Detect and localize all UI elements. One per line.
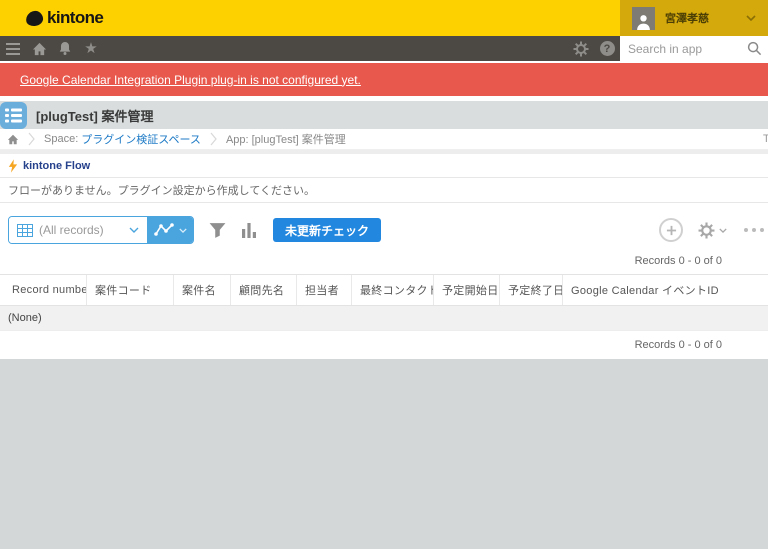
kintone-flow-title: kintone Flow bbox=[23, 160, 90, 172]
breadcrumb-app[interactable]: App: [plugTest] 案件管理 bbox=[226, 131, 346, 147]
star-icon: ★ bbox=[84, 41, 97, 56]
plugin-config-link[interactable]: Google Calendar Integration Plugin plug-… bbox=[20, 73, 361, 87]
graph-view-button[interactable] bbox=[147, 217, 193, 243]
person-icon bbox=[635, 13, 652, 30]
update-check-button[interactable]: 未更新チェック bbox=[273, 218, 381, 242]
favorites-button[interactable]: ★ bbox=[78, 36, 104, 61]
view-toolbar: (All records) 未更新チェック bbox=[0, 216, 768, 244]
app-settings-button[interactable] bbox=[698, 222, 727, 239]
space-link[interactable]: プラグイン検証スペース bbox=[81, 131, 201, 147]
clipped-right-element: Th bbox=[763, 133, 768, 145]
user-menu[interactable]: 宮澤孝慈 bbox=[620, 0, 768, 36]
more-options-button[interactable] bbox=[744, 228, 764, 232]
space-prefix-label: Space: bbox=[44, 133, 78, 145]
add-record-button[interactable] bbox=[659, 218, 683, 242]
chevron-down-icon bbox=[129, 227, 139, 233]
app-title: [plugTest] 案件管理 bbox=[36, 106, 153, 125]
help-button[interactable]: ? bbox=[594, 36, 620, 61]
top-header: kintone 宮澤孝慈 bbox=[0, 0, 768, 36]
ellipsis-icon bbox=[744, 228, 748, 232]
lightning-bolt-icon bbox=[8, 159, 18, 173]
search-icon bbox=[747, 41, 762, 56]
gear-icon bbox=[698, 222, 715, 239]
current-view-name: (All records) bbox=[39, 223, 123, 237]
kintone-logo-icon bbox=[25, 9, 44, 26]
page-background bbox=[0, 359, 768, 549]
column-header[interactable]: 予定終了日時 bbox=[500, 275, 563, 305]
column-header[interactable]: 案件名 bbox=[174, 275, 231, 305]
breadcrumb-home-link[interactable] bbox=[7, 134, 19, 145]
breadcrumb-separator bbox=[210, 132, 217, 146]
breadcrumb: Space: プラグイン検証スペース App: [plugTest] 案件管理 … bbox=[0, 129, 768, 150]
funnel-icon bbox=[208, 222, 227, 239]
records-count-top: Records 0 - 0 of 0 bbox=[0, 255, 768, 269]
list-icon bbox=[5, 108, 22, 123]
table-header-row: Record number案件コード案件名顧問先名担当者最終コンタクト日予定開始… bbox=[0, 274, 768, 306]
menu-button[interactable] bbox=[0, 36, 26, 61]
line-graph-icon bbox=[154, 223, 174, 237]
home-button[interactable] bbox=[26, 36, 52, 61]
kintone-flow-header: kintone Flow bbox=[0, 154, 768, 178]
column-header[interactable]: 担当者 bbox=[297, 275, 352, 305]
chevron-down-icon bbox=[179, 228, 187, 233]
gear-icon bbox=[573, 41, 589, 57]
plus-icon bbox=[666, 225, 677, 236]
notifications-button[interactable] bbox=[52, 36, 78, 61]
chevron-down-icon bbox=[719, 228, 727, 233]
chart-button[interactable] bbox=[241, 222, 257, 239]
records-count-bottom: Records 0 - 0 of 0 bbox=[0, 339, 768, 353]
user-avatar bbox=[632, 7, 655, 30]
column-header[interactable]: 予定開始日時 bbox=[434, 275, 500, 305]
home-icon bbox=[7, 134, 19, 145]
kintone-logo[interactable]: kintone bbox=[0, 8, 103, 28]
search-input[interactable] bbox=[620, 42, 740, 56]
plugin-warning-banner: Google Calendar Integration Plugin plug-… bbox=[0, 63, 768, 96]
view-selector-current[interactable]: (All records) bbox=[9, 217, 147, 243]
table-view-icon bbox=[17, 224, 33, 237]
hamburger-icon bbox=[6, 43, 20, 55]
breadcrumb-separator bbox=[28, 132, 35, 146]
app-icon[interactable] bbox=[0, 102, 27, 129]
column-header[interactable]: 顧問先名 bbox=[231, 275, 297, 305]
column-header[interactable]: Google Calendar イベントID bbox=[563, 275, 768, 305]
home-icon bbox=[32, 42, 47, 56]
bar-chart-icon bbox=[241, 222, 257, 239]
search-button[interactable] bbox=[740, 36, 768, 61]
column-header[interactable]: Record number bbox=[0, 275, 87, 305]
empty-group-row: (None) bbox=[0, 306, 768, 331]
breadcrumb-space: Space: プラグイン検証スペース bbox=[44, 131, 201, 147]
app-header: [plugTest] 案件管理 bbox=[0, 101, 768, 129]
column-header[interactable]: 最終コンタクト日 bbox=[352, 275, 434, 305]
settings-button[interactable] bbox=[568, 36, 594, 61]
user-name: 宮澤孝慈 bbox=[665, 10, 736, 26]
kintone-logo-text: kintone bbox=[47, 8, 103, 28]
view-selector[interactable]: (All records) bbox=[8, 216, 194, 244]
kintone-flow-message: フローがありません。プラグイン設定から作成してください。 bbox=[0, 178, 768, 203]
app-search bbox=[620, 36, 768, 61]
global-nav: ★ ? bbox=[0, 36, 768, 61]
help-icon: ? bbox=[600, 41, 615, 56]
filter-button[interactable] bbox=[208, 222, 227, 239]
bell-icon bbox=[58, 41, 72, 56]
chevron-down-icon bbox=[746, 15, 756, 21]
column-header[interactable]: 案件コード bbox=[87, 275, 174, 305]
